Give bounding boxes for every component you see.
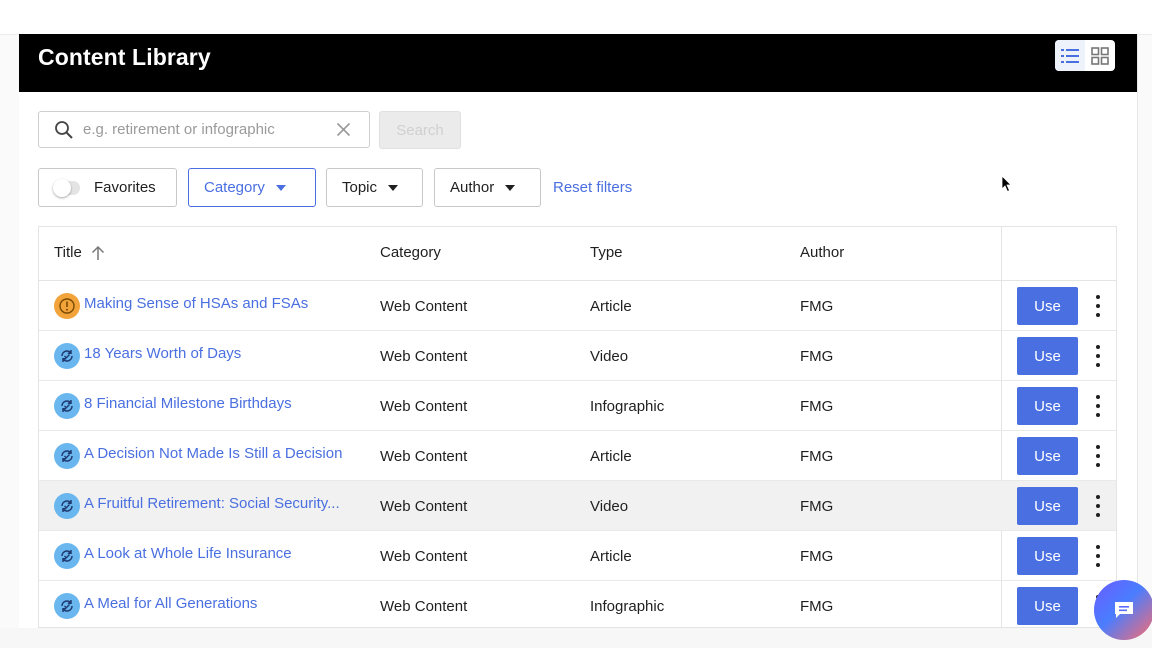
content-title-link[interactable]: A Meal for All Generations bbox=[84, 595, 366, 612]
refresh-check-icon bbox=[54, 543, 80, 569]
refresh-check-icon bbox=[54, 443, 80, 469]
page-gutter-right bbox=[1137, 35, 1152, 648]
author-cell: FMG bbox=[800, 348, 834, 365]
table-row[interactable]: Making Sense of HSAs and FSAs Web Content… bbox=[39, 281, 1116, 331]
type-cell: Video bbox=[590, 348, 629, 365]
clear-search-icon[interactable] bbox=[336, 122, 351, 137]
topic-filter-label: Topic bbox=[342, 179, 378, 196]
chat-launcher-button[interactable] bbox=[1094, 580, 1152, 640]
caret-down-icon bbox=[275, 184, 286, 191]
author-cell: FMG bbox=[800, 398, 834, 415]
more-options-icon[interactable] bbox=[1090, 345, 1106, 367]
type-cell: Article bbox=[590, 548, 632, 565]
category-cell: Web Content bbox=[380, 448, 468, 465]
caret-down-icon bbox=[505, 184, 516, 191]
content-title-link[interactable]: 8 Financial Milestone Birthdays bbox=[84, 395, 366, 412]
content-title-link[interactable]: 18 Years Worth of Days bbox=[84, 345, 366, 362]
page-title: Content Library bbox=[38, 44, 211, 70]
use-button[interactable]: Use bbox=[1017, 287, 1078, 325]
table-row[interactable]: A Decision Not Made Is Still a Decision W… bbox=[39, 431, 1116, 481]
page-gutter-left bbox=[0, 35, 19, 648]
table-row[interactable]: A Meal for All Generations Web Content Inf… bbox=[39, 581, 1116, 627]
author-filter[interactable]: Author bbox=[434, 168, 541, 207]
author-filter-label: Author bbox=[450, 179, 495, 196]
list-view-button[interactable] bbox=[1055, 40, 1085, 71]
type-cell: Video bbox=[590, 498, 629, 515]
category-cell: Web Content bbox=[380, 598, 468, 615]
use-button[interactable]: Use bbox=[1017, 487, 1078, 525]
favorites-toggle[interactable] bbox=[53, 178, 80, 197]
favorites-label: Favorites bbox=[94, 179, 156, 196]
content-title-link[interactable]: Making Sense of HSAs and FSAs bbox=[84, 295, 366, 312]
content-title-link[interactable]: A Look at Whole Life Insurance bbox=[84, 545, 366, 562]
search-icon bbox=[55, 121, 73, 139]
title-column-header[interactable]: Title bbox=[54, 244, 106, 261]
refresh-check-icon bbox=[54, 493, 80, 519]
author-cell: FMG bbox=[800, 598, 834, 615]
search-input[interactable] bbox=[83, 114, 323, 145]
use-button[interactable]: Use bbox=[1017, 387, 1078, 425]
chat-bubble-icon bbox=[1115, 602, 1133, 618]
use-button[interactable]: Use bbox=[1017, 537, 1078, 575]
toggle-knob bbox=[53, 178, 71, 197]
type-cell: Article bbox=[590, 298, 632, 315]
search-button[interactable]: Search bbox=[379, 111, 461, 149]
type-cell: Article bbox=[590, 448, 632, 465]
browser-top-band bbox=[0, 0, 1152, 35]
caret-down-icon bbox=[388, 184, 399, 191]
refresh-check-icon bbox=[54, 393, 80, 419]
topic-filter[interactable]: Topic bbox=[326, 168, 423, 207]
category-filter[interactable]: Category bbox=[188, 168, 316, 207]
refresh-check-icon bbox=[54, 343, 80, 369]
refresh-check-icon bbox=[54, 593, 80, 619]
author-cell: FMG bbox=[800, 298, 834, 315]
content-table: Title Category Type Author Making Sense … bbox=[38, 226, 1117, 628]
library-header: Content Library bbox=[19, 34, 1137, 92]
category-column-header[interactable]: Category bbox=[380, 244, 441, 261]
table-row[interactable]: 18 Years Worth of Days Web Content Video FM… bbox=[39, 331, 1116, 381]
author-cell: FMG bbox=[800, 448, 834, 465]
content-library-panel: Content Library e.g. retirement or infog… bbox=[19, 34, 1138, 628]
type-column-header[interactable]: Type bbox=[590, 244, 623, 261]
title-header-label: Title bbox=[54, 244, 82, 261]
sort-ascending-icon bbox=[91, 245, 104, 260]
alert-clock-icon bbox=[54, 293, 80, 319]
more-options-icon[interactable] bbox=[1090, 295, 1106, 317]
use-button[interactable]: Use bbox=[1017, 437, 1078, 475]
more-options-icon[interactable] bbox=[1090, 395, 1106, 417]
reset-filters-link[interactable]: Reset filters bbox=[553, 179, 632, 196]
mouse-cursor-icon bbox=[1001, 175, 1012, 193]
category-cell: Web Content bbox=[380, 298, 468, 315]
type-cell: Infographic bbox=[590, 598, 665, 615]
category-cell: Web Content bbox=[380, 498, 468, 515]
more-options-icon[interactable] bbox=[1090, 545, 1106, 567]
type-cell: Infographic bbox=[590, 398, 665, 415]
use-button[interactable]: Use bbox=[1017, 587, 1078, 625]
category-cell: Web Content bbox=[380, 398, 468, 415]
category-filter-label: Category bbox=[204, 179, 265, 196]
content-title-link[interactable]: A Decision Not Made Is Still a Decision bbox=[84, 445, 366, 462]
table-row[interactable]: A Fruitful Retirement: Social Security..… bbox=[39, 481, 1116, 531]
table-row[interactable]: 8 Financial Milestone Birthdays Web Conte… bbox=[39, 381, 1116, 431]
view-toggle bbox=[1055, 40, 1115, 71]
table-row[interactable]: A Look at Whole Life Insurance Web Conten… bbox=[39, 531, 1116, 581]
author-column-header[interactable]: Author bbox=[800, 244, 844, 261]
favorites-filter[interactable]: Favorites bbox=[38, 168, 177, 207]
author-cell: FMG bbox=[800, 548, 834, 565]
content-title-link[interactable]: A Fruitful Retirement: Social Security..… bbox=[84, 495, 366, 512]
more-options-icon[interactable] bbox=[1090, 445, 1106, 467]
more-options-icon[interactable] bbox=[1090, 495, 1106, 517]
page-bottom-strip bbox=[0, 628, 1152, 648]
table-header: Title Category Type Author bbox=[39, 227, 1116, 281]
grid-view-icon bbox=[1091, 46, 1109, 65]
category-cell: Web Content bbox=[380, 348, 468, 365]
category-cell: Web Content bbox=[380, 548, 468, 565]
grid-view-button[interactable] bbox=[1085, 40, 1115, 71]
list-view-icon bbox=[1061, 48, 1079, 63]
author-cell: FMG bbox=[800, 498, 834, 515]
use-button[interactable]: Use bbox=[1017, 337, 1078, 375]
search-box bbox=[38, 111, 370, 148]
